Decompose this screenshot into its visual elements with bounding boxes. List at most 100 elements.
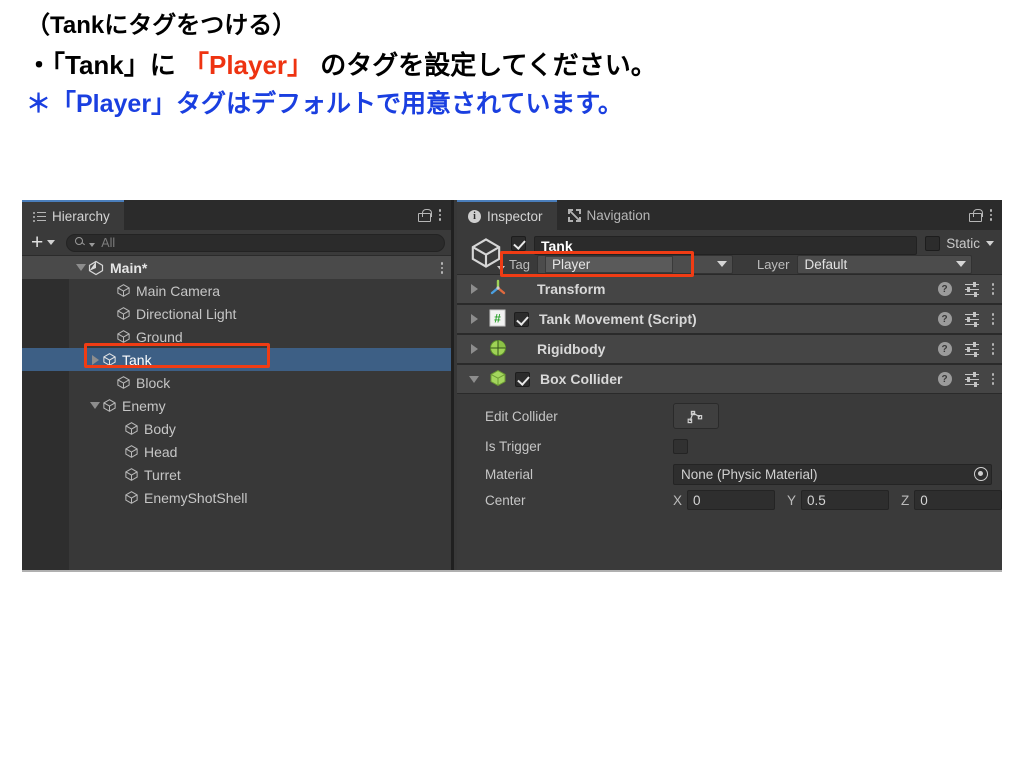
hierarchy-toolbar: + All (22, 230, 451, 256)
prop-center: Center X 0 Y 0.5 Z 0 (457, 487, 1002, 513)
tree-item-label: Body (144, 420, 176, 437)
tree-item-label: Head (144, 443, 178, 460)
preset-icon[interactable] (964, 281, 979, 297)
prop-material: Material None (Physic Material) (457, 461, 1002, 487)
tree-row-scene[interactable]: Main* (22, 256, 451, 279)
tree-item-label: Enemy (122, 397, 166, 414)
is-trigger-checkbox[interactable] (673, 438, 688, 454)
inspector-tabbar: i Inspector Navigation (457, 200, 1002, 230)
slide-line-title: （Tankにタグをつける） (26, 12, 297, 39)
help-icon[interactable]: ? (937, 282, 952, 296)
box-collider-properties: Edit Collider Is Trigger Material None (… (457, 394, 1002, 513)
layer-dropdown[interactable]: Default (796, 254, 972, 274)
tree-row-body[interactable]: Body (22, 417, 451, 440)
kebab-menu-icon[interactable] (991, 313, 994, 325)
component-row-tank-movement[interactable]: # Tank Movement (Script) ? (457, 304, 1002, 334)
kebab-menu-icon[interactable] (991, 283, 994, 295)
edit-collider-label: Edit Collider (485, 408, 558, 424)
center-z-input[interactable]: 0 (914, 490, 1002, 510)
object-picker-icon[interactable] (974, 467, 988, 481)
help-icon[interactable]: ? (937, 312, 952, 326)
prop-is-trigger: Is Trigger (457, 431, 1002, 461)
tag-label: Tag (509, 256, 530, 272)
gameobject-enabled-checkbox[interactable] (511, 236, 526, 251)
chevron-down-icon (955, 261, 966, 267)
tree-item-label: Turret (144, 466, 181, 483)
tab-inspector[interactable]: i Inspector (457, 200, 557, 230)
preset-icon[interactable] (964, 371, 979, 387)
tab-hierarchy[interactable]: Hierarchy (22, 200, 124, 230)
tree-row-turret[interactable]: Turret (22, 463, 451, 486)
component-row-transform[interactable]: Transform ? (457, 274, 1002, 304)
tab-inspector-label: Inspector (487, 208, 543, 224)
lock-icon[interactable] (968, 208, 983, 222)
kebab-menu-icon[interactable] (989, 209, 992, 221)
tab-navigation[interactable]: Navigation (557, 200, 665, 230)
static-dropdown-icon[interactable] (986, 241, 994, 246)
tree-row-directional-light[interactable]: Directional Light (22, 302, 451, 325)
component-title: Rigidbody (537, 341, 606, 357)
prop-edit-collider: Edit Collider (457, 401, 1002, 431)
slide-text-block: （Tankにタグをつける） ・「Tank」に 「Player」 のタグを設定して… (0, 0, 1024, 117)
gameobject-name-input[interactable]: Tank (534, 236, 918, 255)
layer-value: Default (804, 256, 848, 272)
tree-row-ground[interactable]: Ground (22, 325, 451, 348)
boxcollider-expand-arrow[interactable] (467, 375, 481, 383)
chevron-down-icon (716, 261, 727, 267)
is-trigger-label: Is Trigger (485, 438, 542, 454)
tree-row-main-camera[interactable]: Main Camera (22, 279, 451, 302)
component-row-rigidbody[interactable]: Rigidbody ? (457, 334, 1002, 364)
rigidbody-icon (489, 339, 507, 360)
enemy-expand-arrow[interactable] (88, 402, 102, 409)
search-icon (75, 237, 87, 248)
slide-line2-post: のタグを設定してください。 (313, 50, 657, 80)
transform-icon (489, 279, 507, 300)
slide-line-note: ＊「Player」タグはデフォルトで用意されています。 (26, 90, 623, 118)
component-enabled-checkbox[interactable] (515, 371, 530, 387)
tree-row-enemy[interactable]: Enemy (22, 394, 451, 417)
component-enabled-checkbox[interactable] (514, 311, 529, 327)
scene-kebab-menu-icon[interactable] (440, 262, 443, 274)
tank-expand-arrow[interactable] (88, 354, 102, 365)
static-toggle-group: Static (925, 236, 994, 251)
help-icon[interactable]: ? (937, 342, 952, 356)
component-row-box-collider[interactable]: Box Collider ? (457, 364, 1002, 394)
kebab-menu-icon[interactable] (991, 343, 994, 355)
tree-item-label: Block (136, 374, 171, 391)
center-z-label: Z (901, 492, 910, 508)
slide-line-instruction: ・「Tank」に 「Player」 のタグを設定してください。 (26, 52, 1024, 78)
tree-row-tank[interactable]: Tank (22, 348, 451, 371)
tree-item-label: Tank (122, 351, 152, 368)
edit-collider-button[interactable] (673, 403, 719, 429)
kebab-menu-icon[interactable] (991, 373, 994, 385)
transform-expand-arrow[interactable] (467, 284, 481, 294)
rigidbody-expand-arrow[interactable] (467, 344, 481, 354)
tree-row-block[interactable]: Block (22, 371, 451, 394)
component-title: Transform (537, 281, 606, 297)
lock-icon[interactable] (417, 208, 432, 222)
script-expand-arrow[interactable] (467, 314, 481, 324)
material-label: Material (485, 466, 534, 482)
material-object-field[interactable]: None (Physic Material) (673, 463, 992, 485)
scene-expand-arrow[interactable] (74, 264, 88, 271)
center-y-input[interactable]: 0.5 (801, 490, 890, 510)
inspector-tabbar-actions (968, 200, 1003, 230)
static-checkbox[interactable] (925, 236, 941, 251)
tree-row-head[interactable]: Head (22, 440, 451, 463)
scene-label: Main* (110, 259, 148, 276)
preset-icon[interactable] (964, 311, 979, 327)
tag-value: Player (544, 255, 673, 273)
create-button[interactable]: + (28, 232, 58, 253)
preset-icon[interactable] (964, 341, 979, 357)
component-actions: ? (937, 371, 994, 387)
help-icon[interactable]: ? (937, 372, 952, 386)
list-icon (33, 211, 46, 222)
hierarchy-tabbar: Hierarchy (22, 200, 451, 230)
gameobject-icon (124, 444, 139, 459)
center-x-input[interactable]: 0 (687, 490, 776, 510)
kebab-menu-icon[interactable] (438, 209, 441, 221)
tree-row-enemyshotshell[interactable]: EnemyShotShell (22, 486, 451, 509)
search-dropdown-icon (89, 243, 96, 247)
search-input[interactable]: All (66, 233, 445, 252)
tag-dropdown[interactable]: Player (536, 254, 733, 274)
